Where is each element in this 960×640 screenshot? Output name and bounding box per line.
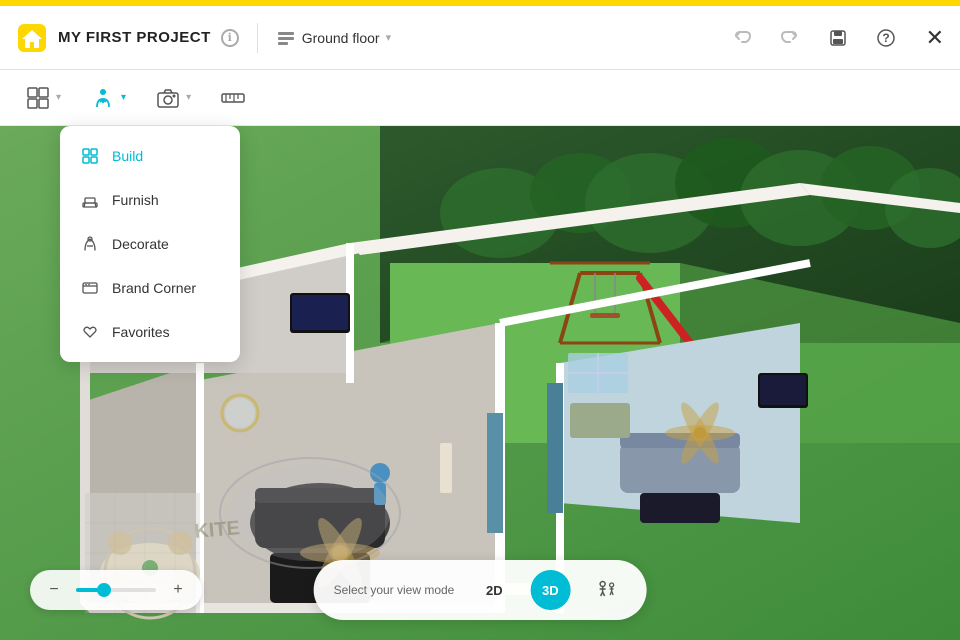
info-icon[interactable]: ℹ: [221, 29, 239, 47]
svg-text:?: ?: [882, 31, 889, 45]
floor-chevron-icon: ▾: [386, 31, 392, 44]
dropdown-item-favorites[interactable]: Favorites: [60, 310, 240, 354]
zoom-plus-icon: +: [173, 581, 182, 599]
view-3d-label: 3D: [542, 583, 559, 598]
build-icon: [80, 146, 100, 166]
save-button[interactable]: [822, 22, 854, 54]
toolbar: ▾ ▾ ▾: [0, 70, 960, 126]
view-mode-selector: Select your view mode 2D 3D: [314, 560, 647, 620]
decorate-icon: [80, 234, 100, 254]
home-logo-icon: [16, 22, 48, 54]
floor-icon: [276, 28, 296, 48]
close-button[interactable]: ✕: [926, 25, 944, 51]
undo-icon: [732, 28, 752, 48]
view-dollhouse-button[interactable]: [586, 570, 626, 610]
toolbar-ruler-button[interactable]: [207, 76, 259, 120]
view-3d-button[interactable]: 3D: [530, 570, 570, 610]
dollhouse-icon: [594, 578, 618, 602]
dropdown-item-brand-corner[interactable]: Brand Corner: [60, 266, 240, 310]
save-icon: [828, 28, 848, 48]
view-2d-label: 2D: [486, 583, 503, 598]
zoom-out-button[interactable]: −: [42, 578, 66, 602]
redo-button[interactable]: [774, 22, 806, 54]
favorites-icon: [80, 322, 100, 342]
project-title: MY FIRST PROJECT: [58, 29, 211, 46]
header-left: MY FIRST PROJECT ℹ Ground floor ▾: [16, 22, 391, 54]
furnish-chevron-icon: ▾: [121, 92, 126, 103]
decorate-label: Decorate: [112, 236, 169, 252]
view-mode-label: Select your view mode: [334, 583, 455, 597]
dropdown-item-furnish[interactable]: Furnish: [60, 178, 240, 222]
camera-icon: [154, 84, 182, 112]
floorplan-chevron-icon: ▾: [56, 92, 61, 103]
header-right: ? ✕: [726, 22, 944, 54]
redo-icon: [780, 28, 800, 48]
favorites-label: Favorites: [112, 324, 170, 340]
header: MY FIRST PROJECT ℹ Ground floor ▾: [0, 6, 960, 70]
build-label: Build: [112, 148, 143, 164]
toolbar-camera-button[interactable]: ▾: [142, 76, 203, 120]
zoom-minus-icon: −: [49, 581, 58, 599]
brand-corner-label: Brand Corner: [112, 280, 196, 296]
furnish-icon: [89, 84, 117, 112]
header-divider: [257, 23, 258, 53]
dropdown-item-build[interactable]: Build: [60, 134, 240, 178]
toolbar-furnish-button[interactable]: ▾: [77, 76, 138, 120]
zoom-slider-thumb[interactable]: [97, 583, 111, 597]
floor-label: Ground floor: [302, 30, 380, 46]
zoom-in-button[interactable]: +: [166, 578, 190, 602]
ruler-icon: [219, 84, 247, 112]
toolbar-floorplan-button[interactable]: ▾: [12, 76, 73, 120]
furnish-menu-icon: [80, 190, 100, 210]
floor-selector[interactable]: Ground floor ▾: [276, 28, 391, 48]
help-icon: ?: [876, 28, 896, 48]
undo-button[interactable]: [726, 22, 758, 54]
camera-chevron-icon: ▾: [186, 92, 191, 103]
furnish-label: Furnish: [112, 192, 159, 208]
view-2d-button[interactable]: 2D: [474, 570, 514, 610]
brand-corner-icon: [80, 278, 100, 298]
zoom-controls: − +: [30, 570, 202, 610]
help-button[interactable]: ?: [870, 22, 902, 54]
floorplan-icon: [24, 84, 52, 112]
furnish-dropdown-menu: Build Furnish Decorate: [60, 126, 240, 362]
dropdown-item-decorate[interactable]: Decorate: [60, 222, 240, 266]
zoom-slider[interactable]: [76, 588, 156, 592]
